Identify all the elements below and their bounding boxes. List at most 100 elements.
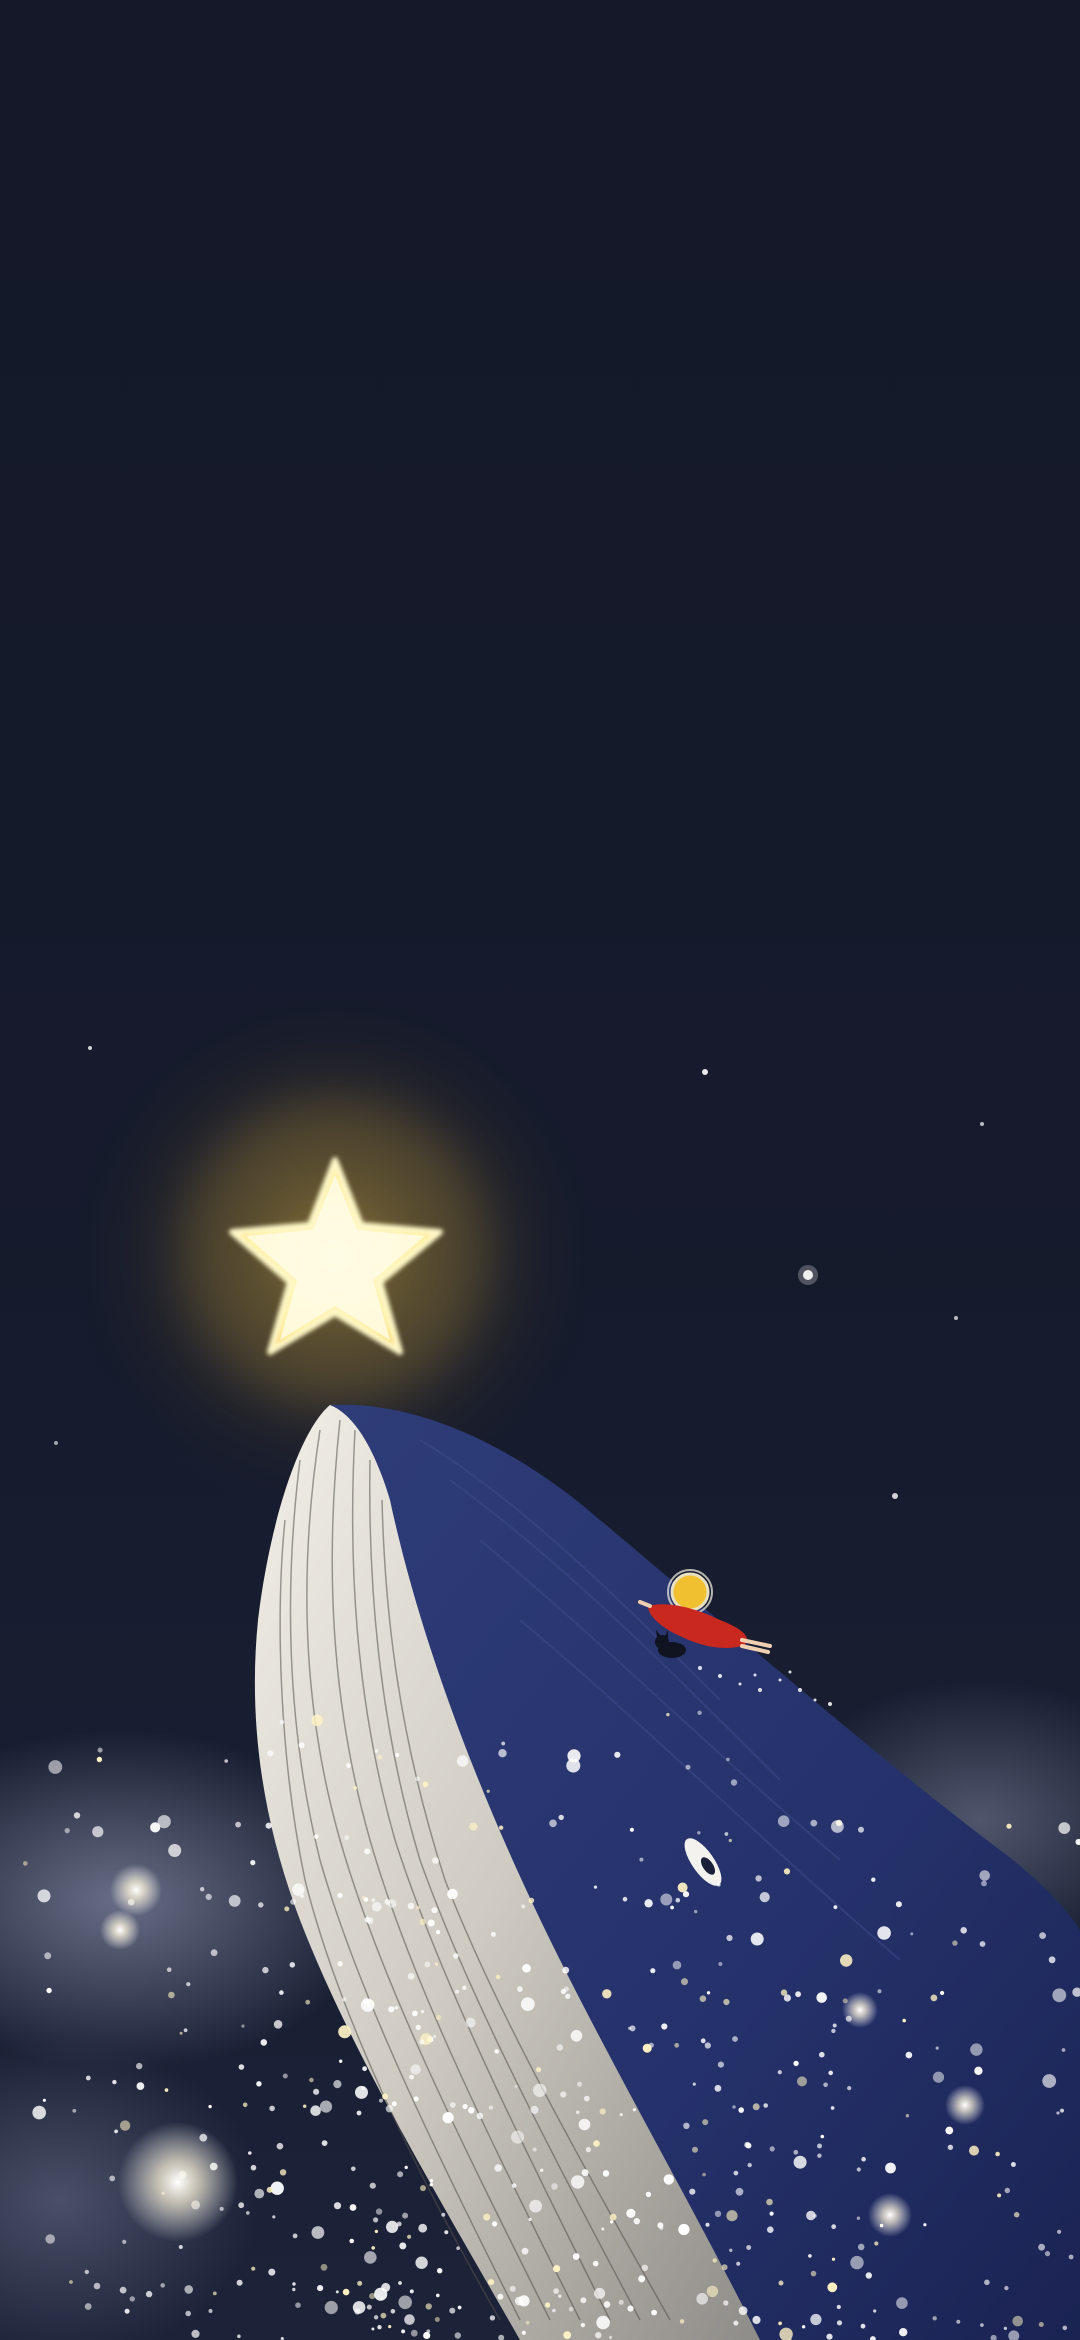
glitter-dot (860, 2323, 866, 2329)
glitter-dot (817, 2153, 822, 2158)
glitter-dot (840, 1954, 853, 1967)
glitter-dot (856, 2216, 861, 2220)
glitter-dot (311, 1714, 323, 1727)
glitter-dot (995, 2151, 1000, 2157)
glitter-dot (659, 2225, 664, 2230)
glitter-dot (666, 1712, 670, 1717)
glitter-dot (735, 2187, 744, 2196)
glitter-dot (836, 2320, 843, 2326)
glitter-dot (932, 2316, 937, 2321)
glitter-dot (490, 1931, 496, 1937)
glitter-dot (704, 2042, 711, 2049)
glitter-dot (718, 1962, 723, 1966)
glitter-dot (810, 2313, 822, 2326)
glitter-dot (462, 1985, 467, 1991)
glitter-dot (309, 2077, 314, 2083)
glitter-dot (337, 1892, 343, 1899)
glitter-dot (371, 2327, 375, 2331)
glitter-dot (626, 2208, 636, 2218)
glitter-dot (596, 2315, 610, 2330)
glitter-dot (752, 2103, 760, 2111)
glitter-dot (585, 2147, 592, 2153)
glitter-dot (145, 2290, 153, 2298)
glitter-dot (633, 2218, 640, 2225)
glitter-dot (576, 2110, 580, 2115)
glitter-dot (738, 2107, 744, 2113)
glitter-dot (778, 2280, 784, 2286)
glitter-dot (632, 2108, 637, 2112)
glitter-dot (566, 1758, 581, 1773)
glitter-dot (628, 2026, 632, 2030)
glitter-dot (935, 2046, 939, 2050)
glitter-dot (797, 2076, 807, 2087)
glitter-dot (697, 1710, 702, 1716)
glitter-dot (186, 1982, 191, 1987)
glitter-dot (410, 2329, 418, 2337)
glitter-dot (528, 1897, 535, 1904)
glitter-dot (319, 2100, 333, 2113)
glitter-dot (136, 2062, 143, 2070)
glitter-dot (394, 2005, 399, 2010)
glitter-dot (416, 1905, 420, 1910)
glitter-dot (861, 2156, 866, 2162)
glitter-dot (714, 2084, 722, 2092)
glitter-dot (179, 2031, 183, 2035)
glitter-dot (817, 2143, 822, 2149)
glitter-dot (279, 2169, 287, 2176)
glitter-dot (874, 2241, 879, 2246)
glitter-dot (706, 1991, 711, 1995)
glitter-dot (979, 1941, 986, 1947)
glitter-dot (850, 2255, 864, 2270)
glitter-dot (396, 2221, 402, 2227)
glitter-dot (750, 1932, 764, 1946)
glitter-dot (960, 1927, 967, 1934)
glitter-dot (511, 2130, 525, 2144)
glitter-dot (248, 2151, 252, 2155)
glitter-dot (981, 1880, 987, 1887)
glitter-dot (629, 1827, 634, 1832)
glitter-dot (97, 1747, 103, 1753)
glitter-dot (72, 2108, 77, 2113)
glitter-dot (371, 1901, 382, 1912)
glitter-dot (910, 1932, 914, 1936)
glitter-dot (436, 1930, 441, 1935)
glitter-dot (333, 2080, 342, 2089)
glitter-dot (495, 1974, 501, 1980)
glitter-dot (419, 1918, 426, 1925)
glitter-dot (644, 1899, 653, 1908)
glitter-dot (930, 1994, 938, 2002)
glitter-dot (560, 2091, 567, 2098)
glitter-dot (191, 2329, 200, 2338)
glitter-dot (442, 2112, 454, 2124)
glitter-dot (689, 2188, 696, 2195)
glitter-dot (618, 2299, 624, 2305)
glitter-dot (399, 2242, 407, 2250)
glitter-dot (528, 2217, 532, 2221)
glitter-dot (362, 1896, 366, 1900)
glitter-dot (349, 2204, 357, 2211)
glitter-dot (899, 2328, 908, 2337)
glitter-dot (763, 2103, 768, 2108)
glitter-dot (250, 2164, 257, 2171)
glitter-dot (670, 1905, 674, 1910)
glitter-dot (568, 2306, 574, 2312)
glitter-dot (457, 2305, 462, 2310)
glitter-dot (434, 2317, 440, 2322)
glitter-dot (262, 1966, 269, 1974)
glitter-dot (692, 2146, 698, 2153)
glitter-dot (129, 2296, 135, 2302)
glitter-dot (184, 2285, 193, 2294)
glitter-dot (581, 2169, 589, 2177)
glitter-dot (303, 2104, 307, 2108)
glitter-dot (755, 1875, 762, 1882)
glitter-dot (599, 2108, 606, 2115)
glitter-dot (268, 2268, 276, 2276)
glitter-dot (769, 2146, 775, 2152)
glitter-dot (1003, 2326, 1008, 2330)
glitter-dot (124, 2308, 130, 2314)
glitter-dot (831, 1820, 844, 1833)
glitter-dot (514, 2296, 524, 2306)
glitter-dot (267, 1750, 274, 1757)
glitter-dot (324, 2300, 338, 2315)
glitter-dot (45, 2234, 55, 2244)
